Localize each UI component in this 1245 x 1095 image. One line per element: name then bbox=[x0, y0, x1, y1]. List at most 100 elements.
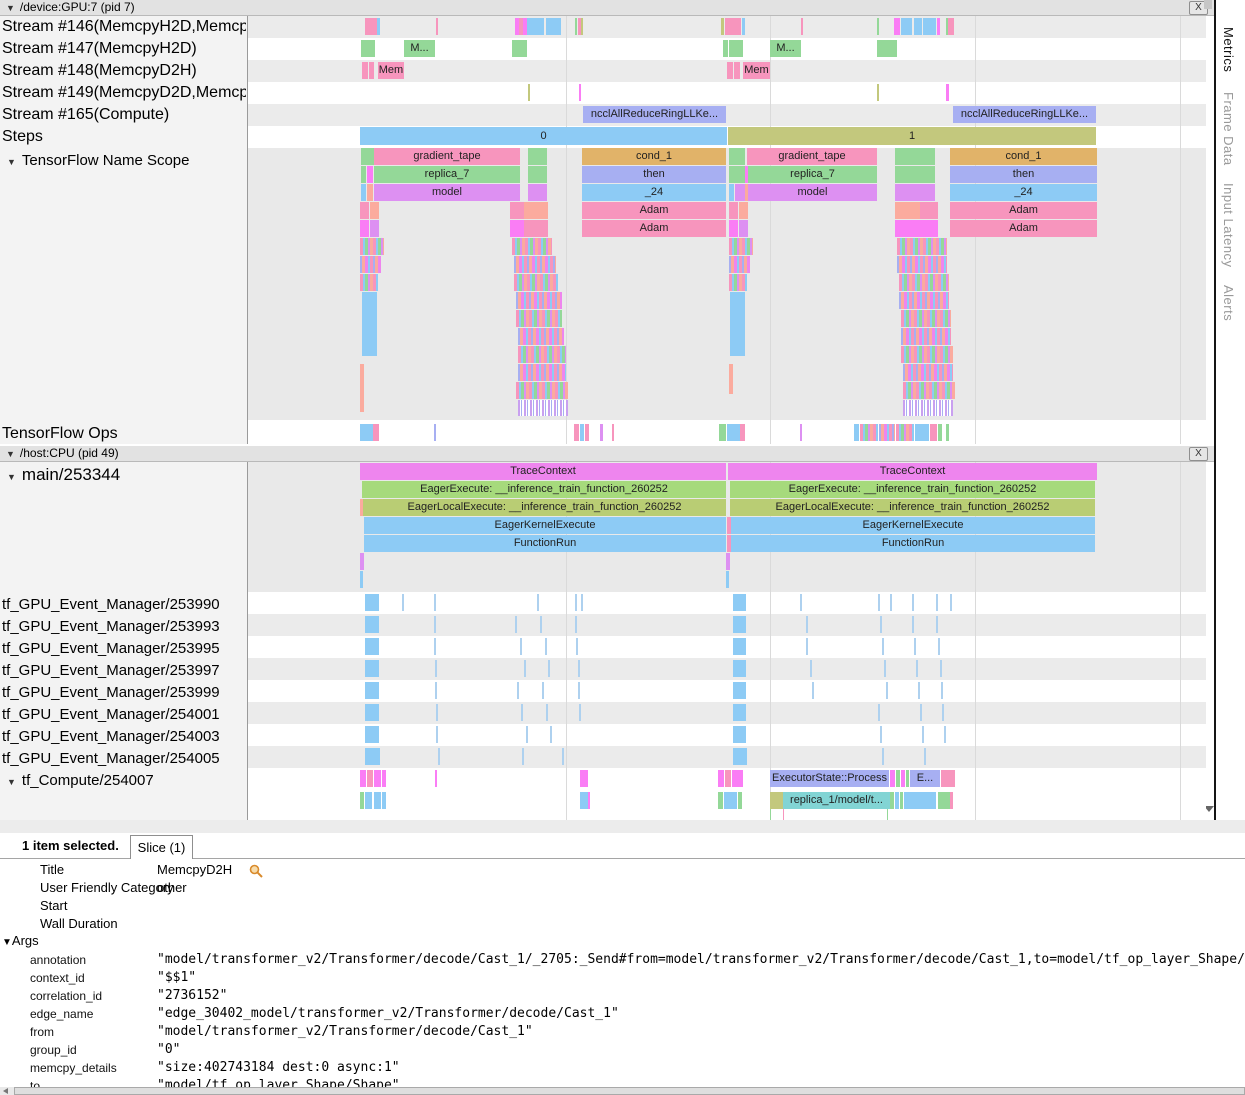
trace-event[interactable] bbox=[940, 660, 942, 677]
vertical-scrollbar-thumb[interactable] bbox=[1204, 0, 1212, 9]
trace-event[interactable] bbox=[946, 424, 949, 441]
trace-event[interactable] bbox=[524, 660, 526, 677]
trace-event[interactable] bbox=[516, 292, 562, 309]
trace-event[interactable] bbox=[882, 638, 884, 655]
trace-event[interactable] bbox=[516, 310, 562, 327]
trace-event[interactable]: E... bbox=[910, 770, 940, 787]
trace-event[interactable] bbox=[880, 616, 882, 633]
trace-event[interactable] bbox=[579, 84, 581, 101]
trace-event[interactable]: M... bbox=[770, 40, 801, 57]
trace-event[interactable] bbox=[512, 40, 527, 57]
trace-event[interactable] bbox=[895, 184, 935, 201]
trace-event[interactable] bbox=[374, 770, 381, 787]
side-tab-frame-data[interactable]: Frame Data bbox=[1221, 92, 1236, 166]
trace-event[interactable] bbox=[550, 726, 552, 743]
trace-event[interactable] bbox=[890, 770, 895, 787]
trace-event[interactable] bbox=[540, 616, 542, 633]
trace-event[interactable] bbox=[922, 726, 924, 743]
trace-event[interactable] bbox=[742, 18, 745, 35]
trace-event[interactable] bbox=[719, 424, 726, 441]
trace-event[interactable]: ncclAllReduceRingLLKe... bbox=[583, 106, 726, 123]
trace-event[interactable] bbox=[362, 292, 377, 356]
trace-event[interactable] bbox=[860, 424, 878, 441]
trace-event[interactable] bbox=[729, 256, 750, 273]
track-label[interactable]: ▼TensorFlow Name Scope bbox=[2, 151, 190, 172]
trace-event[interactable] bbox=[517, 682, 519, 699]
trace-event[interactable] bbox=[887, 809, 888, 820]
trace-event[interactable] bbox=[382, 792, 386, 809]
trace-event[interactable] bbox=[510, 202, 524, 219]
trace-event[interactable] bbox=[435, 682, 437, 699]
trace-event[interactable] bbox=[578, 682, 580, 699]
trace-event[interactable]: EagerLocalExecute: __inference_train_fun… bbox=[363, 499, 726, 516]
args-header[interactable]: ▼Args bbox=[2, 933, 39, 951]
trace-event[interactable] bbox=[806, 616, 808, 633]
trace-event[interactable]: FunctionRun bbox=[731, 535, 1095, 552]
trace-event[interactable] bbox=[580, 792, 588, 809]
trace-event[interactable] bbox=[362, 62, 368, 79]
trace-event[interactable] bbox=[575, 594, 577, 611]
trace-event[interactable] bbox=[800, 594, 802, 611]
trace-event[interactable] bbox=[733, 682, 746, 699]
trace-event[interactable] bbox=[537, 594, 539, 611]
trace-event[interactable]: 1 bbox=[728, 127, 1096, 145]
horizontal-scrollbar[interactable] bbox=[0, 1087, 1245, 1095]
trace-event[interactable]: cond_1 bbox=[582, 148, 726, 165]
trace-event[interactable] bbox=[890, 792, 894, 809]
trace-event[interactable] bbox=[436, 704, 438, 721]
track-label[interactable]: ▼main/253344 bbox=[2, 465, 120, 487]
trace-event[interactable] bbox=[729, 274, 747, 291]
trace-event[interactable] bbox=[946, 84, 949, 101]
trace-event[interactable] bbox=[514, 274, 558, 291]
trace-event[interactable]: EagerLocalExecute: __inference_train_fun… bbox=[730, 499, 1095, 516]
trace-event[interactable] bbox=[903, 382, 955, 399]
trace-event[interactable] bbox=[729, 184, 734, 201]
cpu-close-button[interactable]: X bbox=[1189, 447, 1208, 461]
horizontal-scrollbar-thumb[interactable] bbox=[14, 1087, 1245, 1095]
trace-event[interactable] bbox=[729, 166, 745, 183]
trace-event[interactable] bbox=[528, 184, 547, 201]
trace-event[interactable] bbox=[365, 704, 379, 721]
trace-event[interactable] bbox=[733, 704, 746, 721]
trace-event[interactable] bbox=[581, 18, 583, 35]
slice-tab[interactable]: Slice (1) bbox=[130, 835, 193, 859]
side-tab-metrics[interactable]: Metrics bbox=[1221, 27, 1236, 72]
trace-event[interactable]: Adam bbox=[950, 202, 1097, 219]
trace-event[interactable] bbox=[367, 770, 373, 787]
trace-event[interactable] bbox=[377, 18, 380, 35]
trace-event[interactable] bbox=[735, 184, 745, 201]
trace-event[interactable]: TraceContext bbox=[728, 463, 1097, 480]
trace-event[interactable]: cond_1 bbox=[950, 148, 1097, 165]
trace-event[interactable]: model bbox=[374, 184, 520, 201]
trace-event[interactable] bbox=[729, 148, 745, 165]
trace-event[interactable] bbox=[360, 571, 363, 588]
trace-event[interactable] bbox=[522, 748, 524, 765]
trace-event[interactable] bbox=[360, 553, 364, 570]
trace-event[interactable] bbox=[729, 220, 738, 237]
trace-event[interactable] bbox=[360, 792, 364, 809]
trace-event[interactable] bbox=[879, 424, 895, 441]
trace-event[interactable] bbox=[546, 704, 548, 721]
trace-event[interactable] bbox=[365, 682, 379, 699]
trace-event[interactable] bbox=[518, 346, 566, 363]
trace-event[interactable] bbox=[724, 792, 737, 809]
trace-event[interactable] bbox=[938, 424, 942, 441]
trace-event[interactable]: EagerExecute: __inference_train_function… bbox=[362, 481, 726, 498]
trace-event[interactable] bbox=[546, 18, 561, 35]
trace-event[interactable] bbox=[510, 220, 524, 237]
trace-event[interactable] bbox=[810, 660, 812, 677]
trace-event[interactable] bbox=[528, 166, 547, 183]
trace-event[interactable] bbox=[740, 424, 745, 441]
trace-event[interactable] bbox=[729, 364, 733, 394]
trace-event[interactable] bbox=[899, 292, 949, 309]
trace-event[interactable] bbox=[730, 292, 745, 356]
trace-event[interactable] bbox=[580, 424, 584, 441]
trace-event[interactable] bbox=[518, 364, 566, 381]
trace-event[interactable] bbox=[721, 18, 724, 35]
trace-event[interactable] bbox=[900, 792, 903, 809]
trace-event[interactable] bbox=[729, 40, 743, 57]
trace-event[interactable] bbox=[950, 792, 953, 809]
trace-event[interactable]: M... bbox=[404, 40, 435, 57]
trace-event[interactable] bbox=[527, 18, 544, 35]
trace-event[interactable] bbox=[901, 328, 951, 345]
